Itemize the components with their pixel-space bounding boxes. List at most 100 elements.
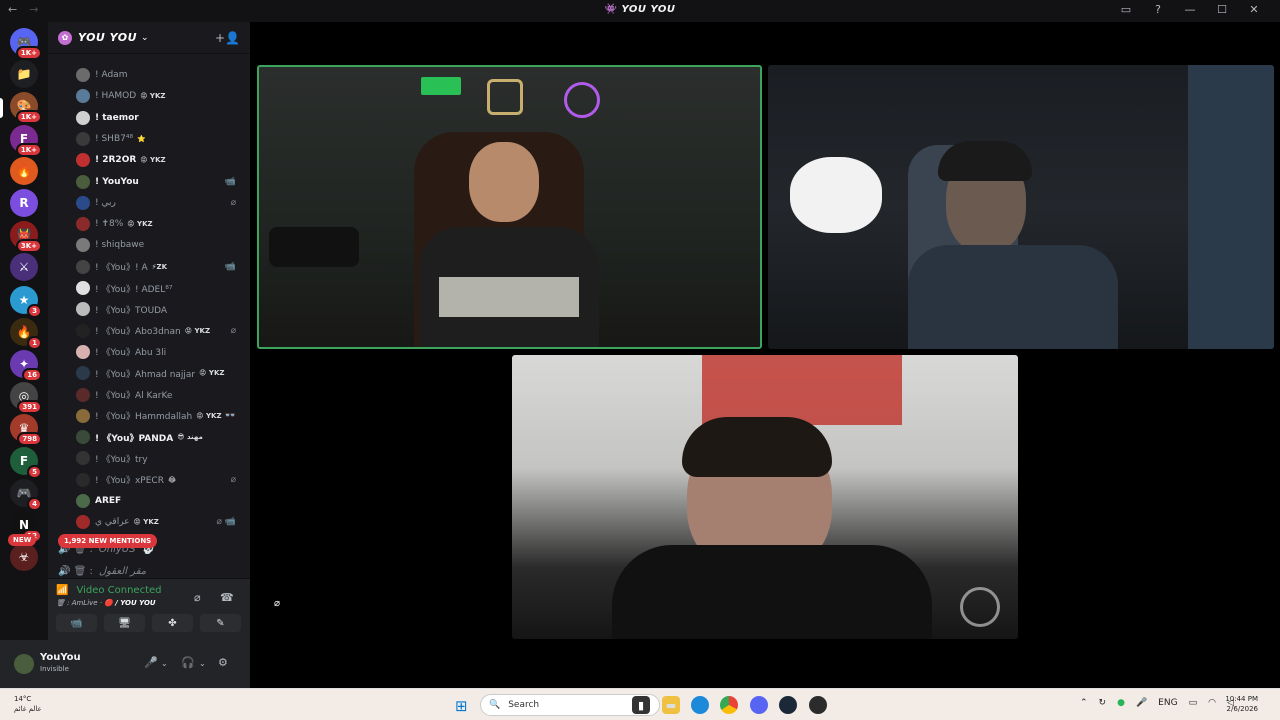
settings-gear-icon[interactable]: ⚙ [218, 656, 228, 669]
mention-count-badge: 16 [22, 368, 42, 382]
headset-chevron-icon[interactable]: ⌄ [199, 659, 206, 668]
status-dot-icon[interactable]: ● [1117, 698, 1125, 708]
voice-member[interactable]: AREF [76, 492, 244, 510]
user-status: Invisible [40, 665, 69, 673]
weather-widget[interactable]: 14°C عالم غائم [14, 694, 42, 714]
person-head [469, 142, 539, 222]
voice-member[interactable]: عراقي ي 😡 YKZ ⌀ 📹 [76, 513, 244, 531]
voice-member[interactable]: ! Adam [76, 66, 244, 84]
camera-button[interactable]: 📹 [56, 614, 97, 632]
person-body [908, 245, 1118, 349]
member-name: ! 《You》Abo3dnan [95, 327, 181, 338]
microphone-tray-icon[interactable]: 🎤 [1136, 698, 1147, 708]
voice-member[interactable]: ! YouYou 📹 [76, 173, 244, 191]
voice-member[interactable]: ! shiqbawe [76, 236, 244, 254]
voice-member[interactable]: ! 《You》Al KarKe [76, 386, 244, 404]
steam-icon[interactable] [779, 696, 797, 714]
voice-member[interactable]: ! SHB7⁴⁸ ⭐ [76, 130, 244, 148]
voice-member[interactable]: ! 《You》xPECR 😂 ⌀ [76, 471, 244, 489]
avatar[interactable] [14, 654, 34, 674]
voice-member[interactable]: ! ربي ⌀ [76, 194, 244, 212]
voice-member[interactable]: ! taemor [76, 109, 244, 127]
voice-member[interactable]: ! 《You》Ahmad najjar 😡 YKZ [76, 364, 244, 382]
disconnect-icon[interactable]: ☎ [220, 591, 234, 604]
clock[interactable]: 10:44 PM 2/6/2026 [1225, 694, 1258, 714]
server-icon[interactable]: ⚔ [10, 253, 38, 282]
task-view-icon[interactable]: ▮ [632, 696, 650, 714]
flag [702, 355, 902, 425]
server-icon[interactable]: ☣ [10, 543, 38, 572]
inbox-icon[interactable]: ▭ [1110, 3, 1142, 16]
wifi-icon[interactable]: ◠ [1208, 698, 1216, 708]
new-badge[interactable]: NEW [8, 534, 37, 546]
language-indicator[interactable]: ENG [1158, 698, 1177, 708]
edge-icon[interactable] [691, 696, 709, 714]
display-icon[interactable]: ▭ [1189, 698, 1198, 708]
member-status-icon: ⌀ 📹 [216, 517, 237, 528]
server-header[interactable]: ✿ YOU YOU ⌄ +👤 [48, 22, 250, 54]
server-icon[interactable]: ★ 3 [10, 285, 42, 318]
sync-icon[interactable]: ↻ [1099, 698, 1107, 708]
chrome-icon[interactable] [720, 696, 738, 714]
member-tag: 😎 مهند [177, 433, 203, 442]
server-glyph: R [19, 196, 29, 210]
mic-chevron-icon[interactable]: ⌄ [161, 659, 168, 668]
server-icon[interactable]: R [10, 189, 38, 217]
server-icon[interactable]: 🔥 [10, 156, 38, 185]
tray-overflow-icon[interactable]: ⌃ [1080, 698, 1088, 708]
user-name[interactable]: YouYou [40, 652, 81, 663]
voice-member[interactable]: ! 《You》! A ⚡ZK 📹 [76, 258, 244, 276]
headset-icon[interactable]: 🎧 [181, 656, 195, 669]
server-icon[interactable]: F5 [10, 446, 42, 479]
windows-start-icon[interactable]: ⊞ [455, 697, 468, 715]
video-tile-speaking[interactable] [257, 65, 762, 349]
help-icon[interactable]: ? [1142, 3, 1174, 16]
member-name: ! 《You》Hammdallah [95, 412, 193, 423]
sweater-stripe [439, 277, 579, 317]
server-icon[interactable]: 👹 3K+ [10, 221, 42, 254]
server-icon[interactable]: 📁 [10, 60, 38, 89]
maximize-button[interactable]: ☐ [1206, 3, 1238, 16]
voice-member[interactable]: ! 《You》Abo3dnan 😡 YKZ ⌀ [76, 322, 244, 340]
avatar [76, 153, 90, 168]
server-icon[interactable]: ◎ 391 [10, 382, 42, 415]
voice-member[interactable]: ! HAMOD 😡 YKZ [76, 87, 244, 105]
video-tile[interactable] [768, 65, 1274, 349]
member-status-icon: 📹 [224, 176, 236, 187]
windows-taskbar: 14°C عالم غائم ⊞ 🔍 Search ▮ ▬ ⌃ ↻ ● 🎤 ENG… [0, 688, 1280, 720]
invite-people-icon[interactable]: +👤 [215, 31, 240, 45]
soundboard-button[interactable]: ✎ [200, 614, 241, 632]
signal-icon[interactable]: 📶 [56, 585, 68, 596]
server-glyph: ☣ [18, 550, 30, 565]
server-icon[interactable]: ✦ 16 [10, 350, 42, 382]
voice-member[interactable]: ! 《You》PANDA 😎 مهند [76, 428, 244, 446]
server-icon[interactable]: 🎮 4 [10, 478, 42, 511]
voice-member[interactable]: ! 《You》! ADEL⁸⁷ [76, 279, 244, 297]
obs-icon[interactable] [809, 696, 827, 714]
server-icon[interactable]: 🎨 1K+ [10, 92, 42, 125]
avatar [76, 430, 90, 445]
voice-member[interactable]: ! ✝8% 😡 YKZ [76, 215, 244, 233]
server-icon[interactable]: ♛ 798 [10, 414, 42, 447]
activities-button[interactable]: ✤ [152, 614, 193, 632]
video-tile[interactable] [512, 355, 1018, 639]
close-button[interactable]: ✕ [1238, 3, 1270, 16]
video-connected-label[interactable]: Video Connected [76, 585, 161, 596]
member-tag: 😡 YKZ [140, 92, 166, 101]
screen-share-button[interactable]: 🖥 [104, 614, 145, 632]
voice-member[interactable]: ! 《You》Abu 3li [76, 343, 244, 361]
member-name: ! shiqbawe [95, 240, 145, 251]
minimize-button[interactable]: — [1174, 3, 1206, 16]
server-icon[interactable]: 🔥 1 [10, 317, 42, 350]
file-explorer-icon[interactable]: ▬ [662, 696, 680, 714]
discord-icon[interactable] [750, 696, 768, 714]
noise-suppression-icon[interactable]: ⌀ [194, 591, 201, 604]
voice-member[interactable]: ! 《You》try [76, 449, 244, 467]
server-icon[interactable]: F 1K+ [10, 124, 42, 157]
microphone-icon[interactable]: 🎤 [144, 656, 158, 669]
new-mentions-badge[interactable]: 1,992 NEW MENTIONS [58, 534, 158, 548]
voice-member[interactable]: ! 2R2OR 😡 YKZ [76, 151, 244, 169]
voice-member[interactable]: ! 《You》TOUDA [76, 300, 244, 318]
server-icon[interactable]: 🎮 1K+ [10, 28, 42, 60]
voice-member[interactable]: ! 《You》Hammdallah 😡 YKZ 👓 [76, 407, 244, 425]
